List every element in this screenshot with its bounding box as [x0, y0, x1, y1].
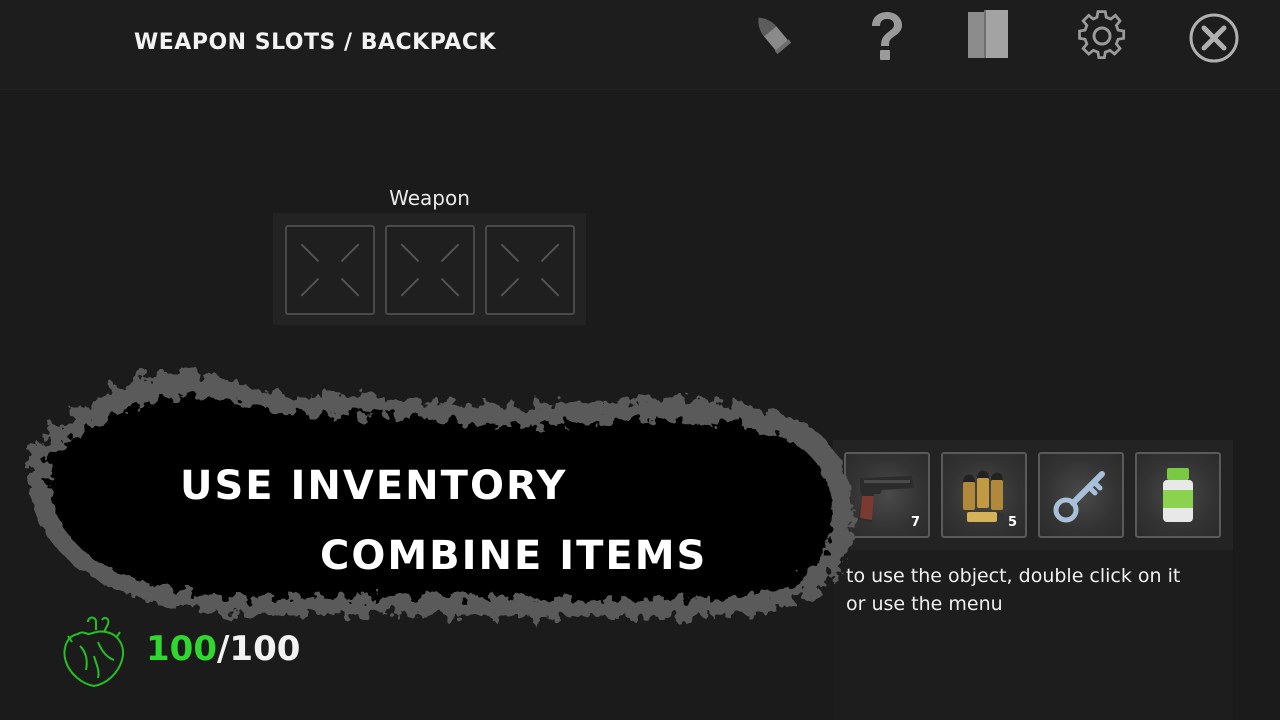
key-icon [1053, 471, 1105, 523]
medicine-bottle-icon [1163, 468, 1193, 522]
weapon-slot[interactable] [485, 225, 575, 315]
weapon-slots-panel [273, 213, 586, 325]
usage-hint: to use the object, double click on it or… [846, 562, 1246, 618]
inventory-slot-key[interactable] [1038, 452, 1124, 538]
page-title: WEAPON SLOTS / BACKPACK [134, 30, 497, 55]
promo-text-use-inventory: USE INVENTORY [180, 463, 568, 509]
heart-icon [63, 616, 124, 687]
weapon-slot[interactable] [385, 225, 475, 315]
help-icon[interactable] [858, 8, 914, 64]
close-icon[interactable] [1186, 8, 1242, 64]
settings-icon[interactable] [1074, 8, 1130, 64]
inventory-slot-medicine[interactable] [1135, 452, 1221, 538]
weapon-slot[interactable] [285, 225, 375, 315]
notes-icon[interactable] [960, 8, 1016, 64]
item-count: 5 [1007, 515, 1017, 530]
empty-slot-icon [300, 243, 360, 297]
ammo-icon[interactable] [746, 8, 802, 64]
health-separator: / [216, 629, 230, 669]
health-max: 100 [229, 629, 301, 669]
backpack-panel: 7 5 [833, 440, 1233, 550]
item-count: 7 [910, 515, 920, 530]
weapon-label: Weapon [389, 186, 470, 210]
usage-hint-line: or use the menu [846, 593, 1003, 615]
inventory-slot-bullets[interactable]: 5 [941, 452, 1027, 538]
empty-slot-icon [400, 243, 460, 297]
empty-slot-icon [500, 243, 560, 297]
health-value: 100/100 [146, 629, 300, 669]
health-current: 100 [146, 629, 217, 669]
promo-text-combine-items: COMBINE ITEMS [320, 533, 708, 579]
usage-hint-line: to use the object, double click on it [846, 565, 1181, 587]
top-bar: WEAPON SLOTS / BACKPACK [0, 0, 1280, 90]
